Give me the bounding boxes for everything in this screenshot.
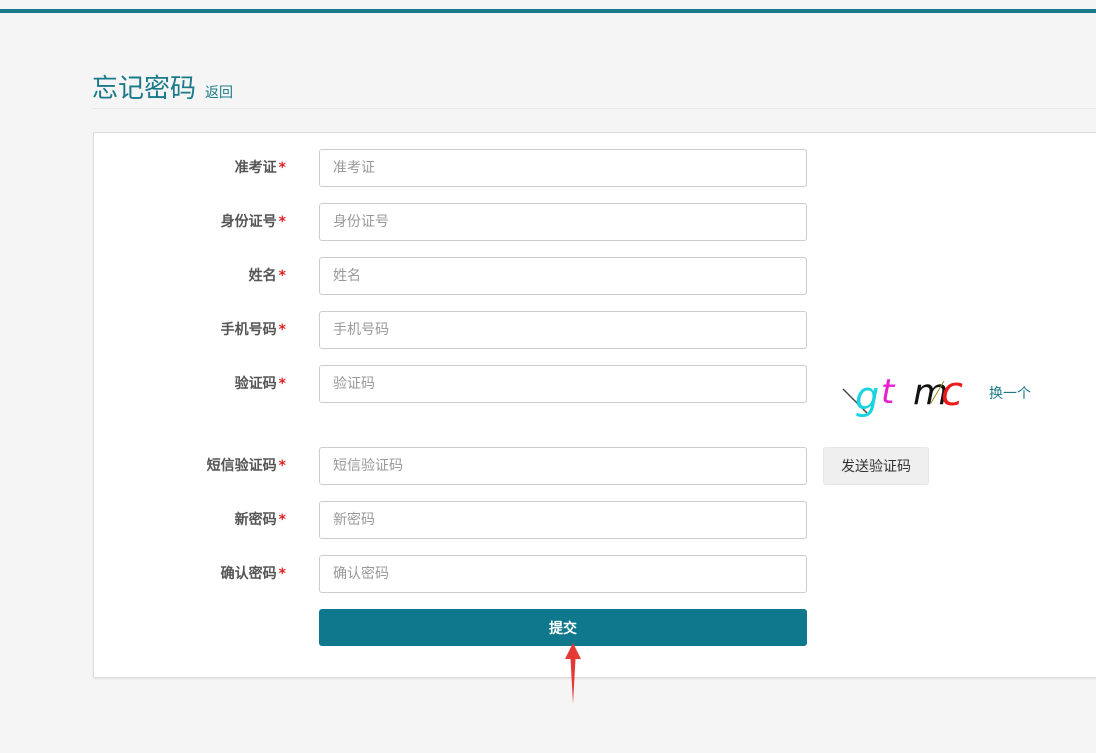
name-label: 姓名 * <box>248 268 286 284</box>
id-number-label: 身份证号 * <box>220 214 286 230</box>
field-row-admission-ticket: 准考证 * <box>94 149 1096 187</box>
page-title: 忘记密码 <box>92 74 197 104</box>
phone-input[interactable] <box>319 311 807 349</box>
phone-label: 手机号码 * <box>220 322 286 338</box>
admission-ticket-label: 准考证 * <box>234 160 286 176</box>
name-input[interactable] <box>319 257 807 295</box>
required-mark: * <box>278 160 286 176</box>
required-mark: * <box>278 268 286 284</box>
sms-code-label: 短信验证码 * <box>206 458 286 474</box>
captcha-char: c <box>941 373 963 415</box>
field-row-confirm-password: 确认密码 * <box>94 555 1096 593</box>
top-accent-bar <box>0 9 1096 13</box>
submit-button[interactable]: 提交 <box>319 609 807 646</box>
field-row-sms-code: 短信验证码* 发送验证码 <box>94 447 1096 485</box>
new-password-label: 新密码 * <box>234 512 286 528</box>
captcha-char: t <box>881 373 896 412</box>
header-divider <box>92 108 1096 109</box>
required-mark: * <box>278 322 286 338</box>
required-mark: * <box>278 214 286 230</box>
captcha-label: 验证码 * <box>234 376 286 392</box>
forgot-password-form: 准考证* 身份证号* 姓名* 手机号码* 验证码* g t m c 换一个 短信… <box>93 132 1096 678</box>
required-mark: * <box>278 376 286 392</box>
id-number-input[interactable] <box>319 203 807 241</box>
captcha-char: g <box>855 374 879 418</box>
confirm-password-label: 确认密码 * <box>220 566 286 582</box>
captcha-input[interactable] <box>319 365 807 403</box>
field-row-phone: 手机号码 * <box>94 311 1096 349</box>
new-password-input[interactable] <box>319 501 807 539</box>
field-row-new-password: 新密码 * <box>94 501 1096 539</box>
required-mark: * <box>278 512 286 528</box>
send-sms-code-button[interactable]: 发送验证码 <box>823 447 929 485</box>
annotation-arrow-icon <box>565 643 581 704</box>
required-mark: * <box>278 458 286 474</box>
sms-code-input[interactable] <box>319 447 807 485</box>
page-header: 忘记密码 返回 <box>92 68 233 105</box>
confirm-password-input[interactable] <box>319 555 807 593</box>
field-row-id-number: 身份证号 * <box>94 203 1096 241</box>
field-row-name: 姓名 * <box>94 257 1096 295</box>
captcha-image[interactable]: g t m c <box>841 373 971 423</box>
field-row-captcha: 验证码* g t m c 换一个 <box>94 365 1096 425</box>
back-link[interactable]: 返回 <box>205 82 233 102</box>
submit-row: 提交 <box>94 609 1096 647</box>
admission-ticket-input[interactable] <box>319 149 807 187</box>
refresh-captcha-link[interactable]: 换一个 <box>989 383 1031 403</box>
required-mark: * <box>278 566 286 582</box>
